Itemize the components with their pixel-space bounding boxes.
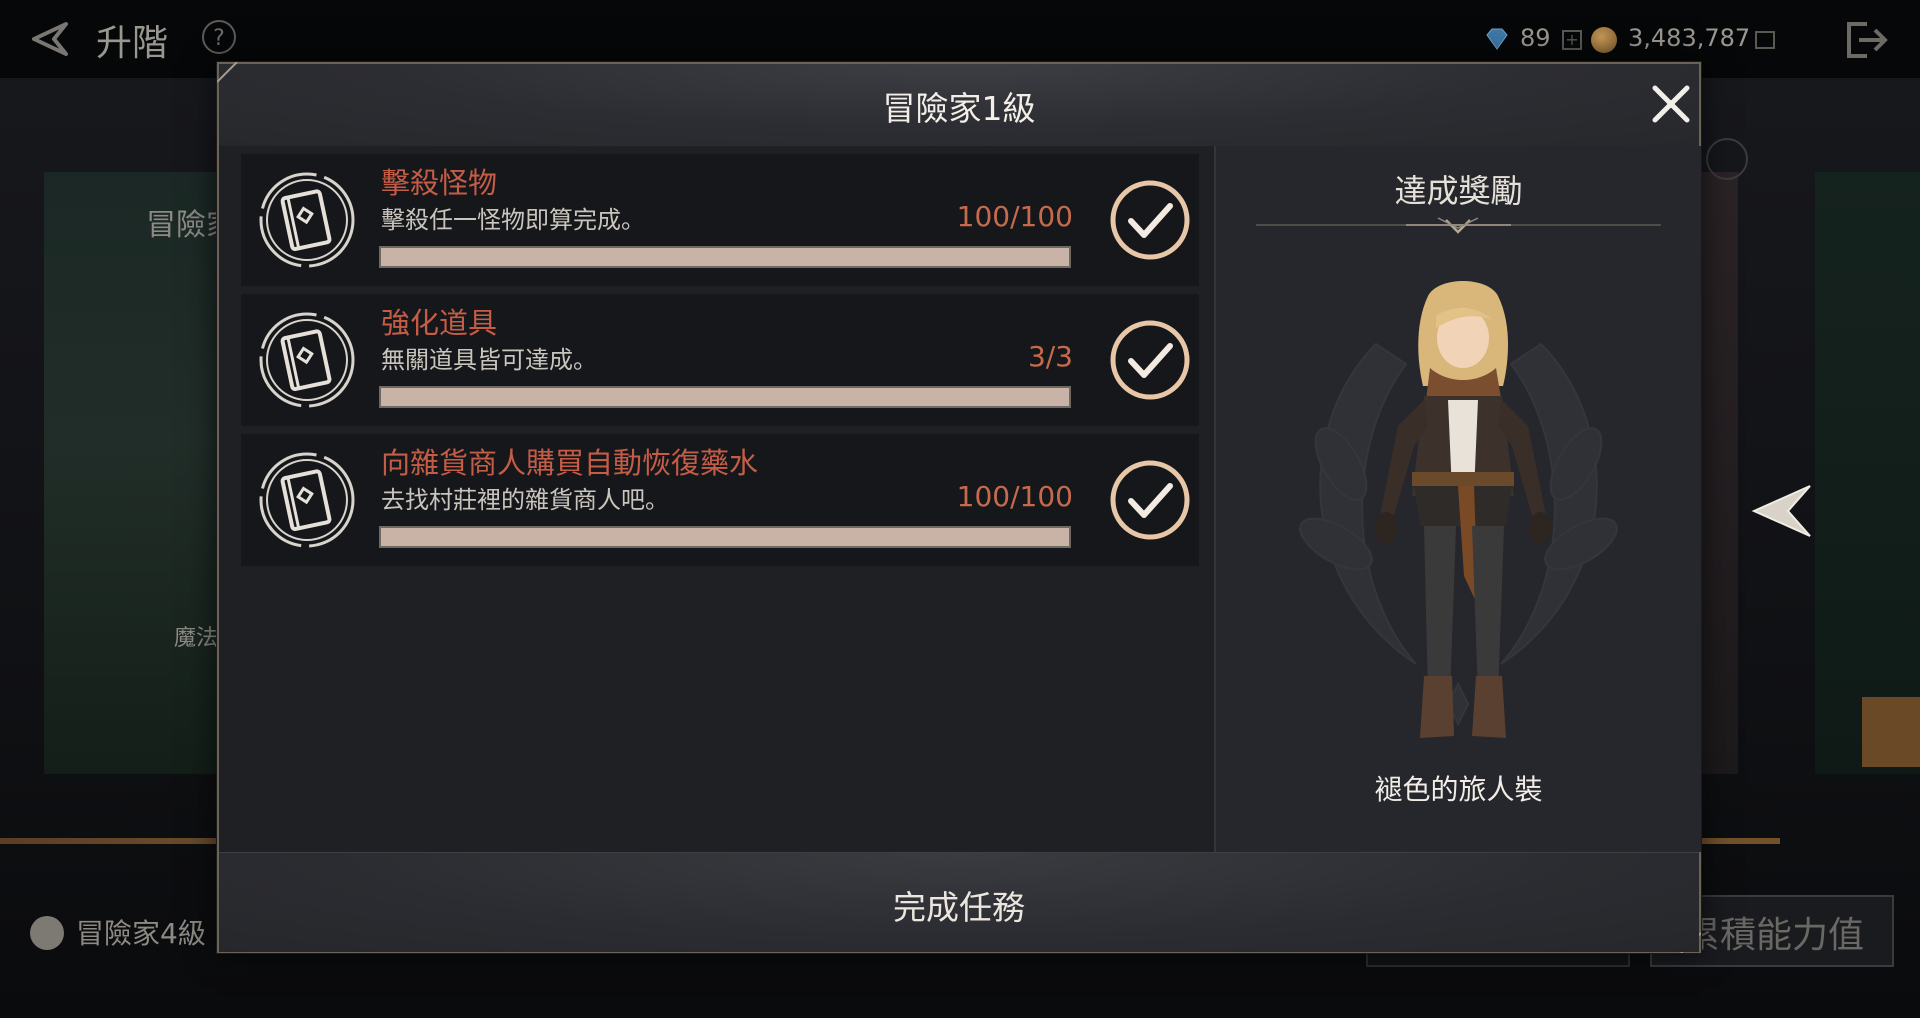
background-bottom-right-label: 累積能力值 <box>1684 915 1865 956</box>
ornament-divider-icon <box>1256 217 1661 234</box>
gem-icon <box>1486 28 1508 50</box>
quest-progress-bar <box>379 246 1071 268</box>
gold-count: 3,483,787 <box>1628 24 1751 52</box>
quest-book-icon <box>259 452 355 548</box>
check-icon <box>1110 180 1190 260</box>
close-icon[interactable] <box>1647 80 1695 128</box>
play-icon[interactable] <box>30 916 64 950</box>
quest-progress-bar <box>379 526 1071 548</box>
quest-row: 向雜貨商人購買自動恢復藥水 去找村莊裡的雜貨商人吧。 100/100 <box>241 434 1199 566</box>
quest-progress-fill <box>381 248 1069 266</box>
quest-progress-text: 100/100 <box>956 200 1073 233</box>
check-icon <box>1110 460 1190 540</box>
quest-progress-fill <box>381 528 1069 546</box>
quest-list: 擊殺怪物 擊殺任一怪物即算完成。 100/100 強化道具 無關道具皆可達成。 … <box>219 146 1213 852</box>
quest-modal: 冒險家1級 擊殺怪物 擊殺任一怪物即算完成。 100/100 強化道具 無關道具… <box>217 62 1701 953</box>
quest-name: 向雜貨商人購買自動恢復藥水 <box>381 446 759 480</box>
screen-title: 升階 <box>96 23 169 64</box>
gold-coin-icon <box>1591 27 1617 53</box>
search-icon[interactable] <box>1706 138 1748 180</box>
quest-progress-fill <box>381 388 1069 406</box>
quest-progress-text: 3/3 <box>1027 340 1073 373</box>
check-icon <box>1110 320 1190 400</box>
background-card-far-right <box>1815 172 1920 774</box>
quest-progress-text: 100/100 <box>956 480 1073 513</box>
complete-quest-label: 完成任務 <box>893 888 1025 927</box>
plus-icon[interactable]: + <box>1562 30 1582 50</box>
quest-description: 擊殺任一怪物即算完成。 <box>381 206 645 234</box>
complete-quest-button[interactable]: 完成任務 <box>219 852 1699 952</box>
quest-description: 無關道具皆可達成。 <box>381 346 597 374</box>
modal-title: 冒險家1級 <box>882 89 1036 128</box>
quest-row: 強化道具 無關道具皆可達成。 3/3 <box>241 294 1199 426</box>
quest-progress-bar <box>379 386 1071 408</box>
quest-row: 擊殺怪物 擊殺任一怪物即算完成。 100/100 <box>241 154 1199 286</box>
background-side-text-2: 魔法 <box>174 626 219 651</box>
modal-body: 擊殺怪物 擊殺任一怪物即算完成。 100/100 強化道具 無關道具皆可達成。 … <box>219 146 1701 852</box>
modal-header: 冒險家1級 <box>219 64 1699 147</box>
reward-panel: 達成獎勵 褪色的旅人裝 <box>1214 146 1701 852</box>
gem-count: 89 <box>1520 24 1551 52</box>
reward-title: 達成獎勵 <box>1394 172 1523 210</box>
corner-ornament-icon <box>217 62 238 83</box>
background-bottom-label: 冒險家4級 <box>76 917 206 950</box>
quest-book-icon <box>259 312 355 408</box>
background-side-tab <box>1862 697 1920 767</box>
quest-name: 強化道具 <box>381 306 498 340</box>
quest-name: 擊殺怪物 <box>381 166 498 200</box>
help-icon[interactable]: ? <box>202 20 236 54</box>
back-arrow-icon[interactable] <box>26 16 72 62</box>
dropdown-icon[interactable] <box>1755 31 1775 49</box>
reward-item-name: 褪色的旅人裝 <box>1374 773 1543 806</box>
quest-description: 去找村莊裡的雜貨商人吧。 <box>381 486 669 514</box>
next-arrow-icon[interactable] <box>1748 478 1814 544</box>
quest-book-icon <box>259 172 355 268</box>
character-outfit-image <box>1374 281 1552 738</box>
exit-icon[interactable] <box>1845 20 1889 60</box>
background-card-left <box>44 172 234 774</box>
